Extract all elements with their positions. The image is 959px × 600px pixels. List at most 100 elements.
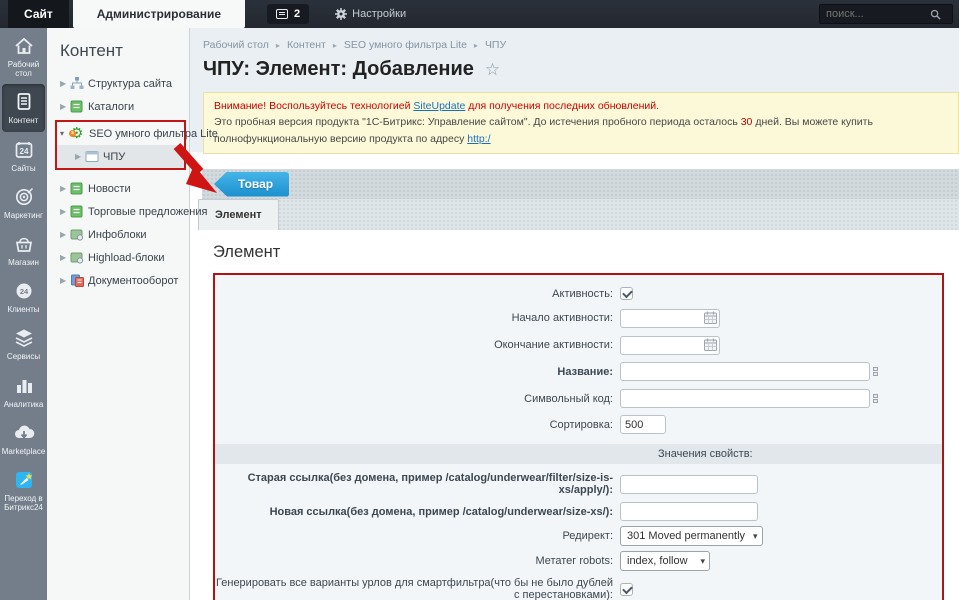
highload-icon <box>70 251 84 264</box>
translit-icon[interactable] <box>873 367 878 376</box>
breadcrumb-separator-icon: ▸ <box>333 41 337 50</box>
admin-tab[interactable]: Администрирование <box>73 0 245 28</box>
svg-text:24: 24 <box>19 287 28 296</box>
settings-button[interactable]: Настройки <box>335 0 406 28</box>
breadcrumb-item-chpu[interactable]: ЧПУ <box>485 39 506 51</box>
calendar-icon[interactable] <box>704 338 717 351</box>
sidebar-item-desktop[interactable]: Рабочий стол <box>0 28 47 84</box>
form-row-old-url: Старая ссылка(без домена, пример /catalo… <box>215 472 942 496</box>
sitemap-icon <box>70 77 84 90</box>
form-row-name: Название: <box>215 362 942 381</box>
marketing-icon <box>13 186 35 208</box>
svg-text:24: 24 <box>19 147 28 156</box>
analytics-icon <box>13 375 35 397</box>
news-icon <box>70 182 84 195</box>
notification-count: 2 <box>294 8 300 20</box>
expand-arrow-icon[interactable]: ▶ <box>60 184 70 193</box>
sidebar-item-sites[interactable]: 24 Сайты <box>0 132 47 179</box>
site-tab[interactable]: Сайт <box>8 0 69 28</box>
sidebar-item-marketing[interactable]: Маркетинг <box>0 179 47 226</box>
menu-item-news[interactable]: ▶ Новости <box>47 177 189 200</box>
main-area: Рабочий стол ▸ Контент ▸ SEO умного филь… <box>190 28 959 600</box>
highlight-box-seo-module: ▾ ⚙ s SEO умного фильтра Lite ▶ ЧПУ <box>55 120 186 170</box>
favorite-star-icon[interactable]: ☆ <box>485 60 500 80</box>
tab-element[interactable]: Элемент <box>198 199 279 230</box>
page-title: ЧПУ: Элемент: Добавление <box>203 58 474 81</box>
menu-item-site-structure[interactable]: ▶ Структура сайта <box>47 72 189 95</box>
context-toolbar: Товар <box>202 169 959 199</box>
notifications-button[interactable]: 2 <box>267 4 309 24</box>
expand-arrow-icon[interactable]: ▶ <box>60 79 70 88</box>
sidebar-item-shop[interactable]: Магазин <box>0 226 47 273</box>
breadcrumb: Рабочий стол ▸ Контент ▸ SEO умного филь… <box>190 39 959 51</box>
days-left: 30 <box>741 116 753 128</box>
activity-checkbox[interactable] <box>620 287 633 300</box>
breadcrumb-separator-icon: ▸ <box>474 41 478 50</box>
sidebar-item-clients[interactable]: 24 Клиенты <box>0 273 47 320</box>
generate-urls-checkbox[interactable] <box>620 583 633 596</box>
menu-item-catalogs[interactable]: ▶ Каталоги <box>47 95 189 118</box>
robots-select[interactable]: index, follow <box>620 551 710 571</box>
old-url-input[interactable] <box>620 475 758 494</box>
sort-input[interactable] <box>620 415 666 434</box>
code-input[interactable] <box>620 389 870 408</box>
translit-icon[interactable] <box>873 394 878 403</box>
breadcrumb-separator-icon: ▸ <box>276 41 280 50</box>
redirect-select[interactable]: 301 Moved permanently <box>620 526 763 546</box>
menu-item-docflow[interactable]: ▶ Документооборот <box>47 269 189 292</box>
menu-item-chpu[interactable]: ▶ ЧПУ <box>57 145 184 168</box>
expand-arrow-icon[interactable]: ▶ <box>60 207 70 216</box>
shop-icon <box>13 233 35 255</box>
warning-line-1: Внимание! Воспользуйтесь технологией Sit… <box>214 98 948 114</box>
sites-icon: 24 <box>13 139 35 161</box>
form-row-generate-urls: Генерировать все варианты урлов для смар… <box>215 577 942 600</box>
search-input[interactable] <box>820 8 930 20</box>
product-back-button[interactable]: Товар <box>214 172 289 197</box>
trial-warning-banner: Внимание! Воспользуйтесь технологией Sit… <box>203 92 959 154</box>
form-content-area: Элемент Активность: Начало активности: <box>190 230 959 600</box>
form-row-new-url: Новая ссылка(без домена, пример /catalog… <box>215 502 942 521</box>
breadcrumb-item-desktop[interactable]: Рабочий стол <box>203 39 269 51</box>
sidebar-item-bitrix24[interactable]: Переход в Битрикс24 <box>0 462 47 518</box>
top-bar: Сайт Администрирование 2 Настройки <box>0 0 959 28</box>
sidebar-item-marketplace[interactable]: Marketplace <box>0 415 47 462</box>
breadcrumb-item-seo[interactable]: SEO умного фильтра Lite <box>344 39 467 51</box>
element-form-highlight-box: Активность: Начало активности: <box>213 273 944 600</box>
search-box[interactable] <box>819 4 953 24</box>
siteupdate-link[interactable]: SiteUpdate <box>413 100 465 112</box>
search-icon <box>930 9 941 20</box>
clients-icon: 24 <box>13 280 35 302</box>
bitrix24-icon <box>13 469 35 491</box>
warning-line-2: Это пробная версия продукта "1С-Битрикс:… <box>214 114 948 147</box>
gear-icon <box>335 8 347 20</box>
expand-arrow-icon[interactable]: ▶ <box>60 102 70 111</box>
chpu-icon <box>85 150 99 163</box>
calendar-icon[interactable] <box>704 311 717 324</box>
form-row-active-to: Окончание активности: <box>215 335 942 354</box>
notification-icon <box>276 9 288 19</box>
expand-arrow-icon[interactable]: ▶ <box>60 230 70 239</box>
menu-item-seo-filter-lite[interactable]: ▾ ⚙ s SEO умного фильтра Lite <box>57 122 184 145</box>
content-icon <box>13 91 35 113</box>
expand-arrow-icon[interactable]: ▶ <box>60 253 70 262</box>
expand-arrow-icon[interactable]: ▶ <box>60 276 70 285</box>
expand-arrow-icon[interactable]: ▶ <box>75 152 85 161</box>
name-input[interactable] <box>620 362 870 381</box>
menu-item-infoblocks[interactable]: ▶ Инфоблоки <box>47 223 189 246</box>
menu-title: Контент <box>47 28 189 72</box>
content-menu-panel: Контент ▶ Структура сайта ▶ Каталоги ▾ <box>47 28 190 600</box>
annotation-arrow-icon <box>170 141 224 199</box>
sidebar-item-analytics[interactable]: Аналитика <box>0 368 47 415</box>
sidebar-item-services[interactable]: Сервисы <box>0 320 47 367</box>
form-row-code: Символьный код: <box>215 389 942 408</box>
marketplace-icon <box>13 422 35 444</box>
catalog-icon <box>70 100 84 113</box>
seo-badge-icon: s <box>69 130 76 137</box>
menu-item-highload-blocks[interactable]: ▶ Highload-блоки <box>47 246 189 269</box>
new-url-input[interactable] <box>620 502 758 521</box>
module-sidebar: Рабочий стол Контент 24 Сайты <box>0 28 47 600</box>
breadcrumb-item-content[interactable]: Контент <box>287 39 326 51</box>
buy-link[interactable]: http:/ <box>467 133 490 145</box>
sidebar-item-content[interactable]: Контент <box>2 84 45 131</box>
menu-item-offers[interactable]: ▶ Торговые предложения <box>47 200 189 223</box>
